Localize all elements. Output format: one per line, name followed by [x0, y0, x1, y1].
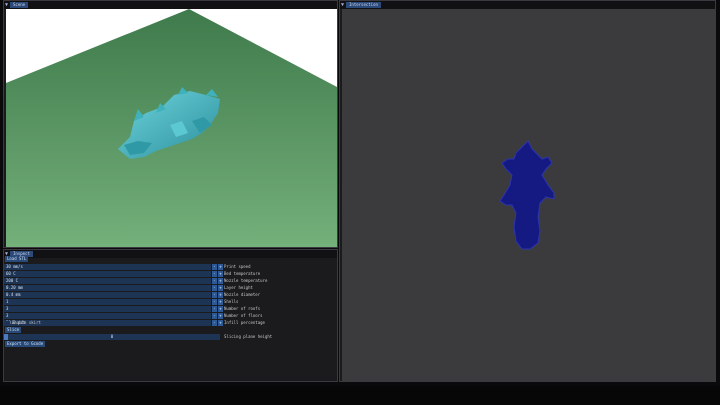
increment-button[interactable]: +	[218, 313, 223, 319]
slider-value: 0	[110, 334, 114, 339]
layer-slice-view[interactable]	[342, 9, 715, 381]
bed-temperature-label: Bed temperature	[224, 271, 261, 276]
increment-button[interactable]: +	[218, 320, 223, 326]
bed-temperature-input[interactable]: 60 C	[4, 271, 211, 277]
print-speed-input[interactable]: 30 mm/s	[4, 264, 211, 270]
scene-title: Scene	[10, 2, 29, 8]
3d-viewport[interactable]	[6, 9, 337, 247]
decrement-button[interactable]: -	[212, 306, 217, 312]
decrement-button[interactable]: -	[212, 271, 217, 277]
increment-button[interactable]: +	[218, 299, 223, 305]
increment-button[interactable]: +	[218, 285, 223, 291]
decrement-button[interactable]: -	[212, 320, 217, 326]
layer-view-titlebar[interactable]: ▼ Intersection	[340, 1, 715, 9]
decrement-button[interactable]: -	[212, 278, 217, 284]
nozzle-temperature-label: Nozzle temperature	[224, 278, 268, 283]
export-gcode-button[interactable]: Export to Gcode	[5, 341, 46, 347]
nozzle-temperature-input[interactable]: 200 C	[4, 278, 211, 284]
decrement-button[interactable]: -	[212, 299, 217, 305]
layer-view-panel: ▼ Intersection	[339, 0, 716, 382]
inspector-titlebar[interactable]: ▼ Inspect	[4, 250, 337, 258]
scene-panel: ▼ Scene	[3, 0, 338, 248]
decrement-button[interactable]: -	[212, 285, 217, 291]
decrement-button[interactable]: -	[212, 292, 217, 298]
shells-input[interactable]: 1	[4, 299, 211, 305]
bottom-bar	[0, 386, 720, 405]
enable-skirt-label: Enable skirt	[12, 320, 41, 325]
collapse-arrow-icon[interactable]: ▼	[341, 2, 344, 8]
increment-button[interactable]: +	[218, 278, 223, 284]
load-stl-button[interactable]: Load STL	[5, 256, 29, 262]
layer-height-input[interactable]: 0.20 mm	[4, 285, 211, 291]
slice-button[interactable]: Slice	[5, 327, 22, 333]
print-speed-label: Print speed	[224, 264, 251, 269]
number-of-roofs-input[interactable]: 3	[4, 306, 211, 312]
increment-button[interactable]: +	[218, 271, 223, 277]
number-of-roofs-label: Number of roofs	[224, 306, 261, 311]
layer-view-title: Intersection	[346, 2, 381, 8]
nozzle-diameter-input[interactable]: 0.4 mm	[4, 292, 211, 298]
slicing-plane-label: Slicing plane height	[224, 334, 273, 339]
layer-height-label: Layer height	[224, 285, 253, 290]
slicing-plane-slider[interactable]: 0	[4, 334, 220, 340]
number-of-floors-input[interactable]: 3	[4, 313, 211, 319]
enable-skirt-checkbox[interactable]	[5, 321, 10, 326]
nozzle-diameter-label: Nozzle diameter	[224, 292, 261, 297]
infill-percentage-label: Infill percentage	[224, 320, 265, 325]
decrement-button[interactable]: -	[212, 264, 217, 270]
decrement-button[interactable]: -	[212, 313, 217, 319]
increment-button[interactable]: +	[218, 292, 223, 298]
shells-label: Shells	[224, 299, 239, 304]
increment-button[interactable]: +	[218, 306, 223, 312]
scene-titlebar[interactable]: ▼ Scene	[4, 1, 337, 9]
increment-button[interactable]: +	[218, 264, 223, 270]
collapse-arrow-icon[interactable]: ▼	[5, 2, 8, 8]
number-of-floors-label: Number of floors	[224, 313, 263, 318]
